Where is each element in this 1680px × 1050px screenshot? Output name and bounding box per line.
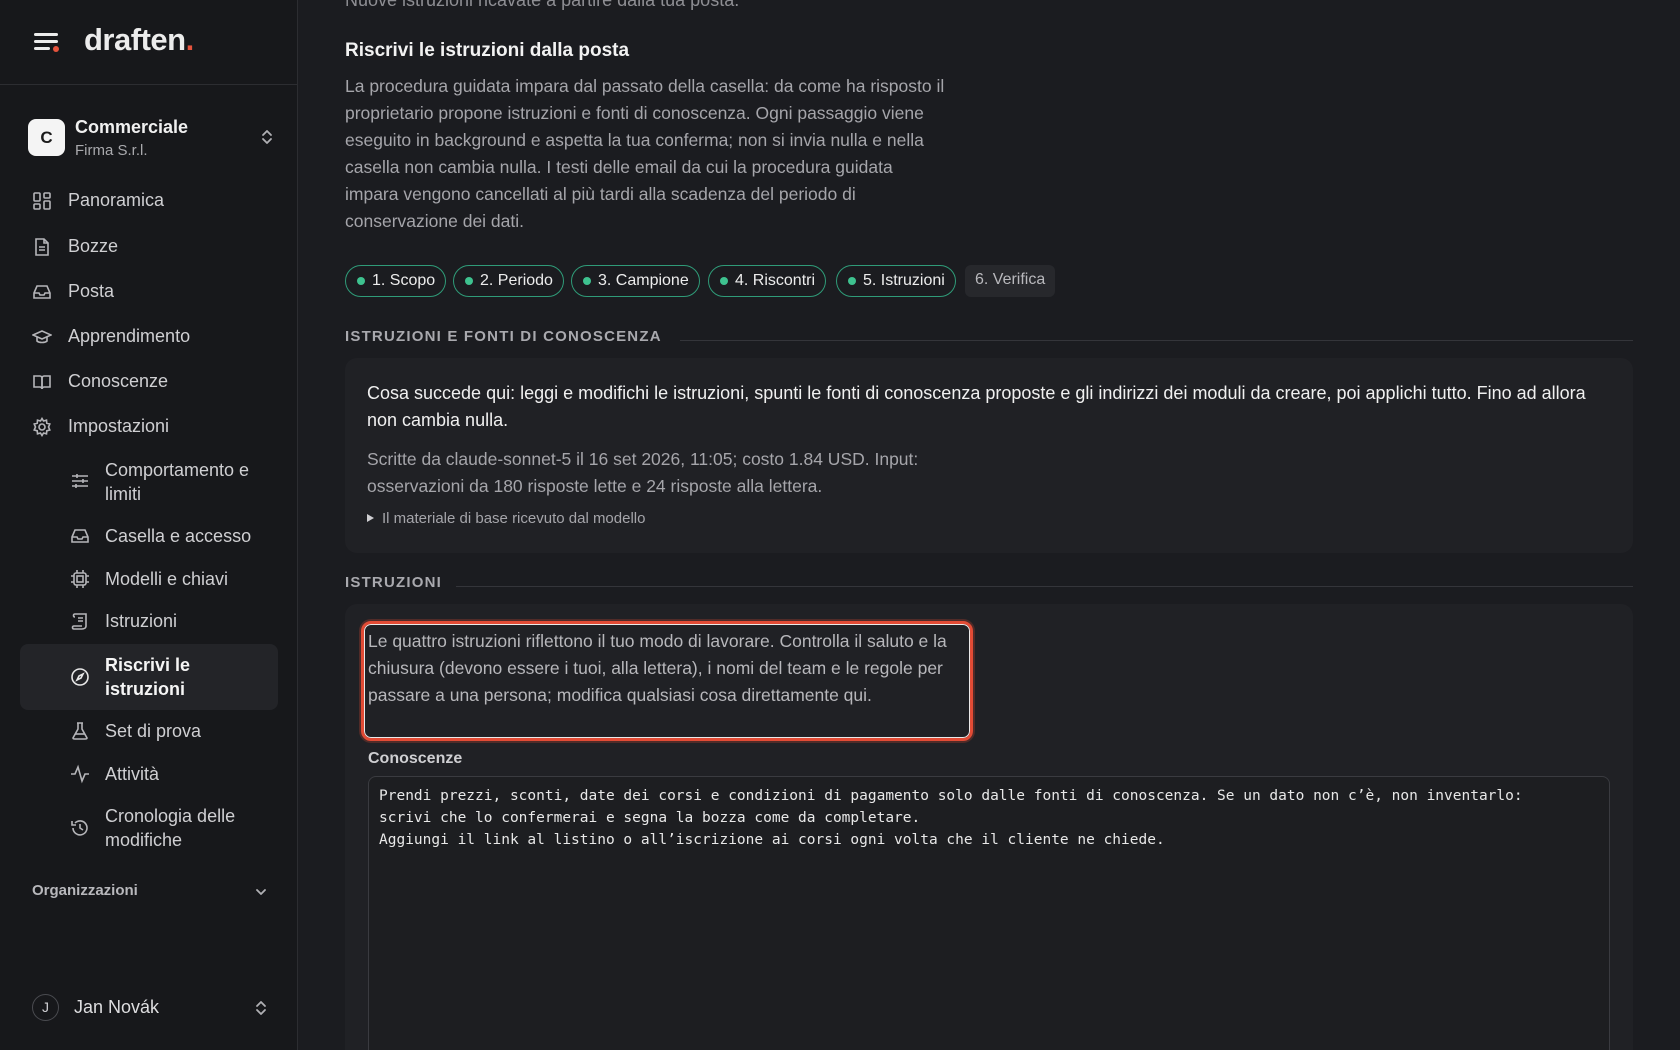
- step-verifica[interactable]: 6. Verifica: [965, 265, 1056, 297]
- knowledge-textarea[interactable]: Prendi prezzi, sconti, date dei corsi e …: [368, 776, 1610, 1050]
- activity-icon: [70, 764, 90, 784]
- sidebar-subitem-istruzioni[interactable]: Istruzioni: [20, 609, 278, 635]
- sidebar-item-label: Set di prova: [105, 721, 202, 741]
- org-avatar: C: [28, 119, 65, 156]
- sidebar-item-label: Istruzioni: [105, 611, 178, 631]
- sidebar-subitem-comportamento[interactable]: Comportamento e limiti: [20, 458, 278, 508]
- scroll-icon: [70, 611, 90, 631]
- sidebar-subitem-attivita[interactable]: Attività: [20, 762, 278, 788]
- step-istruzioni[interactable]: 5. Istruzioni: [836, 265, 956, 297]
- sidebar-subitem-set-di-prova[interactable]: Set di prova: [20, 719, 278, 745]
- section-divider: [680, 340, 1633, 341]
- step-scopo[interactable]: 1. Scopo: [345, 265, 447, 297]
- sidebar-item-label: Cronologia delle modifiche: [105, 806, 236, 850]
- user-menu[interactable]: J Jan Novák: [32, 993, 268, 1023]
- step-label: 5. Istruzioni: [863, 272, 945, 289]
- info-card: Cosa succede qui: leggi e modifichi le i…: [345, 358, 1633, 553]
- dashboard-icon: [32, 191, 52, 211]
- chevron-down-icon: [254, 885, 268, 899]
- sidebar-subitem-modelli[interactable]: Modelli e chiavi: [20, 567, 278, 593]
- step-campione[interactable]: 3. Campione: [571, 265, 700, 297]
- generation-meta: Scritte da claude-sonnet-5 il 16 set 202…: [367, 449, 919, 496]
- chip-icon: [70, 569, 90, 589]
- brand-row: draften.: [0, 0, 297, 85]
- step-done-dot: [583, 277, 591, 285]
- sidebar-item-apprendimento[interactable]: Apprendimento: [20, 317, 278, 357]
- sidebar-item-bozze[interactable]: Bozze: [20, 227, 278, 267]
- sidebar-item-posta[interactable]: Posta: [20, 272, 278, 312]
- avatar: J: [32, 994, 59, 1021]
- triangle-right-icon: [367, 514, 374, 522]
- intro-text: La procedura guidata impara dal passato …: [345, 76, 945, 231]
- sidebar-item-label: Apprendimento: [68, 326, 191, 346]
- logo-dot: .: [185, 22, 195, 57]
- chevron-updown-icon: [260, 127, 274, 147]
- sidebar-item-label: Posta: [68, 281, 115, 301]
- step-done-dot: [848, 277, 856, 285]
- flask-icon: [70, 721, 90, 741]
- gear-icon: [32, 416, 52, 438]
- source-material-toggle[interactable]: Il materiale di base ricevuto dal modell…: [367, 510, 645, 527]
- organizations-toggle[interactable]: Organizzazioni: [32, 882, 268, 904]
- section-heading-istruzioni-fonti: ISTRUZIONI E FONTI DI CONOSCENZA: [345, 328, 662, 345]
- org-name: Commerciale: [75, 117, 189, 137]
- step-done-dot: [465, 277, 473, 285]
- step-label: 1. Scopo: [372, 272, 436, 289]
- sidebar-item-label: Casella e accesso: [105, 526, 252, 546]
- graduation-cap-icon: [31, 327, 53, 347]
- sidebar-subitem-riscrivi[interactable]: Riscrivi le istruzioni: [20, 644, 278, 710]
- history-icon: [70, 818, 90, 838]
- sidebar-item-label: Comportamento e limiti: [105, 460, 250, 504]
- sidebar-item-label: Riscrivi le istruzioni: [105, 655, 191, 699]
- sidebar-item-impostazioni[interactable]: Impostazioni: [20, 407, 278, 447]
- sidebar-subitem-cronologia[interactable]: Cronologia delle modifiche: [20, 804, 278, 854]
- inbox-icon: [70, 526, 90, 546]
- inbox-icon: [32, 282, 52, 302]
- sidebar-item-label: Impostazioni: [68, 416, 170, 436]
- sidebar: draften. C Commerciale Firma S.r.l. Pano…: [0, 0, 298, 1050]
- chevron-updown-icon: [254, 998, 268, 1018]
- sidebar-item-label: Panoramica: [68, 190, 165, 210]
- compass-icon: [70, 667, 90, 687]
- instructions-note: Le quattro istruzioni riflettono il tuo …: [368, 631, 947, 705]
- page-title: Riscrivi le istruzioni dalla posta: [345, 40, 630, 61]
- section-heading-istruzioni: ISTRUZIONI: [345, 574, 442, 591]
- page-subtitle: Nuove istruzioni ricavate a partire dall…: [345, 0, 740, 10]
- sidebar-item-label: Bozze: [68, 236, 119, 256]
- sidebar-item-label: Conoscenze: [68, 371, 169, 391]
- logo-text: draften: [84, 22, 186, 57]
- sidebar-item-conoscenze[interactable]: Conoscenze: [20, 362, 278, 402]
- step-label: 6. Verifica: [975, 271, 1046, 288]
- menu-icon[interactable]: [32, 30, 62, 54]
- sliders-icon: [70, 471, 90, 491]
- document-icon: [32, 237, 52, 257]
- section-divider: [456, 586, 1633, 587]
- organizations-label: Organizzazioni: [32, 882, 138, 899]
- sidebar-subitem-casella[interactable]: Casella e accesso: [20, 524, 278, 550]
- step-riscontri[interactable]: 4. Riscontri: [708, 265, 827, 297]
- sidebar-item-label: Attività: [105, 764, 160, 784]
- knowledge-label: Conoscenze: [368, 750, 463, 767]
- app-logo[interactable]: draften.: [84, 22, 194, 58]
- step-done-dot: [357, 277, 365, 285]
- org-company: Firma S.r.l.: [75, 142, 148, 159]
- book-icon: [32, 372, 52, 392]
- sidebar-item-panoramica[interactable]: Panoramica: [20, 181, 278, 221]
- step-label: 4. Riscontri: [735, 272, 816, 289]
- step-label: 3. Campione: [598, 272, 689, 289]
- step-done-dot: [720, 277, 728, 285]
- user-name: Jan Novák: [74, 997, 160, 1017]
- org-switcher[interactable]: C Commerciale Firma S.r.l.: [28, 117, 274, 167]
- details-label: Il materiale di base ricevuto dal modell…: [382, 510, 646, 527]
- step-periodo[interactable]: 2. Periodo: [453, 265, 564, 297]
- step-label: 2. Periodo: [480, 272, 553, 289]
- sidebar-item-label: Modelli e chiavi: [105, 569, 229, 589]
- info-lead: Cosa succede qui: leggi e modifichi le i…: [367, 383, 1586, 430]
